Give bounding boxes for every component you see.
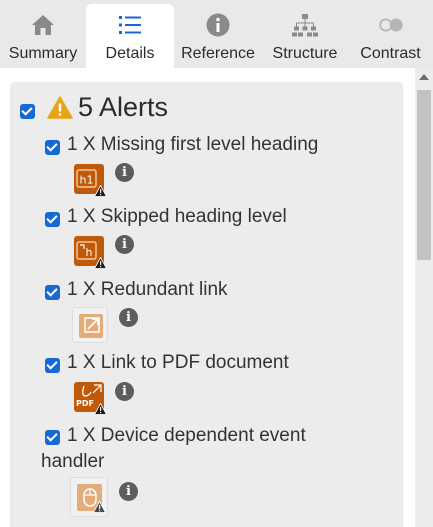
- svg-text:PDF: PDF: [76, 399, 94, 408]
- redundant-link-icon: [72, 307, 108, 343]
- info-icon[interactable]: i: [115, 163, 134, 182]
- info-icon[interactable]: i: [119, 482, 138, 501]
- scroll-up-arrow-icon[interactable]: [415, 68, 433, 86]
- home-icon: [30, 13, 56, 37]
- tab-details[interactable]: Details: [86, 4, 174, 68]
- alert-label-pdf-link: 1 X Link to PDF document: [67, 352, 289, 373]
- tab-contrast[interactable]: Contrast: [348, 0, 433, 68]
- tab-bar: Summary Details Reference Structure Cont…: [0, 0, 433, 68]
- scroll-thumb[interactable]: [417, 90, 431, 260]
- alert-checkbox-redundant-link[interactable]: [45, 285, 60, 300]
- svg-text:h: h: [86, 246, 93, 259]
- alert-checkbox-skipped-heading[interactable]: [45, 212, 60, 227]
- alert-label-device-dependent-line2: handler: [41, 451, 105, 472]
- alert-label-missing-h1: 1 X Missing first level heading: [67, 134, 319, 155]
- warning-icon: [47, 96, 73, 124]
- tab-summary-label: Summary: [8, 45, 78, 62]
- alert-label-skipped-heading: 1 X Skipped heading level: [67, 206, 287, 227]
- alerts-title: 5 Alerts: [78, 92, 169, 122]
- tab-structure[interactable]: Structure: [262, 0, 348, 68]
- alert-label-redundant-link: 1 X Redundant link: [67, 279, 228, 300]
- info-icon[interactable]: i: [115, 235, 134, 254]
- alert-checkbox-missing-h1[interactable]: [45, 140, 60, 155]
- sitemap-icon: [292, 13, 318, 37]
- vertical-scrollbar[interactable]: [415, 68, 433, 527]
- alert-checkbox-pdf-link[interactable]: [45, 358, 60, 373]
- alert-label-device-dependent-line1: 1 X Device dependent event: [67, 425, 306, 446]
- tab-contrast-label: Contrast: [360, 45, 421, 62]
- tab-details-label: Details: [105, 45, 155, 62]
- svg-text:h1: h1: [80, 174, 94, 187]
- info-icon[interactable]: i: [119, 308, 138, 327]
- info-icon[interactable]: i: [115, 382, 134, 401]
- alerts-checkbox[interactable]: [20, 104, 35, 119]
- contrast-icon: [378, 13, 404, 37]
- info-icon: [205, 13, 231, 37]
- skipped-heading-icon: h: [74, 236, 107, 269]
- mouse-event-icon: [70, 477, 108, 517]
- pdf-link-icon: PDF: [74, 382, 107, 415]
- missing-h1-icon: h1: [74, 164, 107, 197]
- tab-reference-label: Reference: [181, 45, 255, 62]
- tab-structure-label: Structure: [272, 45, 338, 62]
- tab-reference[interactable]: Reference: [174, 0, 262, 68]
- tab-summary[interactable]: Summary: [0, 0, 86, 68]
- alert-checkbox-device-dependent[interactable]: [45, 430, 60, 445]
- list-icon: [117, 13, 143, 37]
